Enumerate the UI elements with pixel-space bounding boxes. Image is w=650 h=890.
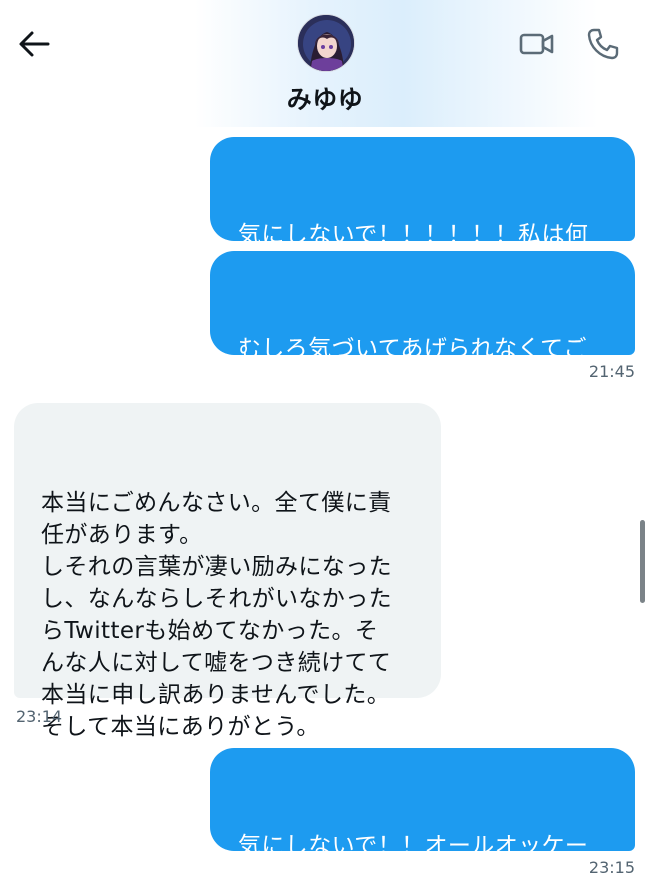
message-bubble-sent[interactable]: 気にしないで！！オールオッケー だよ！ — [210, 748, 635, 890]
contact-name[interactable]: みゆゆ — [0, 80, 650, 116]
message-timestamp: 21:45 — [588, 362, 635, 381]
message-bubble-sent[interactable]: むしろ気づいてあげられなくてご めん！！ — [210, 251, 635, 394]
back-button[interactable] — [14, 26, 54, 62]
dm-conversation-screen: みゆゆ 気にしないで！！！！！！私は何 も責めないよ！！！！！！！ むしろ気づい… — [0, 0, 650, 890]
message-timestamp: 23:15 — [588, 858, 635, 877]
contact-avatar[interactable] — [297, 14, 355, 72]
video-call-button[interactable] — [517, 24, 557, 64]
voice-call-button[interactable] — [583, 24, 623, 64]
message-bubble-sent[interactable]: 気にしないで！！！！！！私は何 も責めないよ！！！！！！！ — [210, 137, 635, 280]
video-call-icon — [519, 33, 554, 55]
message-bubble-received[interactable]: 本当にごめんなさい。全て僕に責 任があります。 しそれの言葉が凄い励みになった … — [14, 403, 441, 740]
back-arrow-icon — [19, 31, 50, 57]
conversation-header: みゆゆ — [0, 0, 650, 127]
avatar-icon — [298, 15, 354, 71]
message-timestamp: 23:14 — [16, 707, 63, 726]
phone-call-icon — [587, 28, 619, 60]
scrollbar-thumb[interactable] — [640, 520, 645, 603]
message-text: 本当にごめんなさい。全て僕に責 任があります。 しそれの言葉が凄い励みになった … — [41, 490, 392, 740]
